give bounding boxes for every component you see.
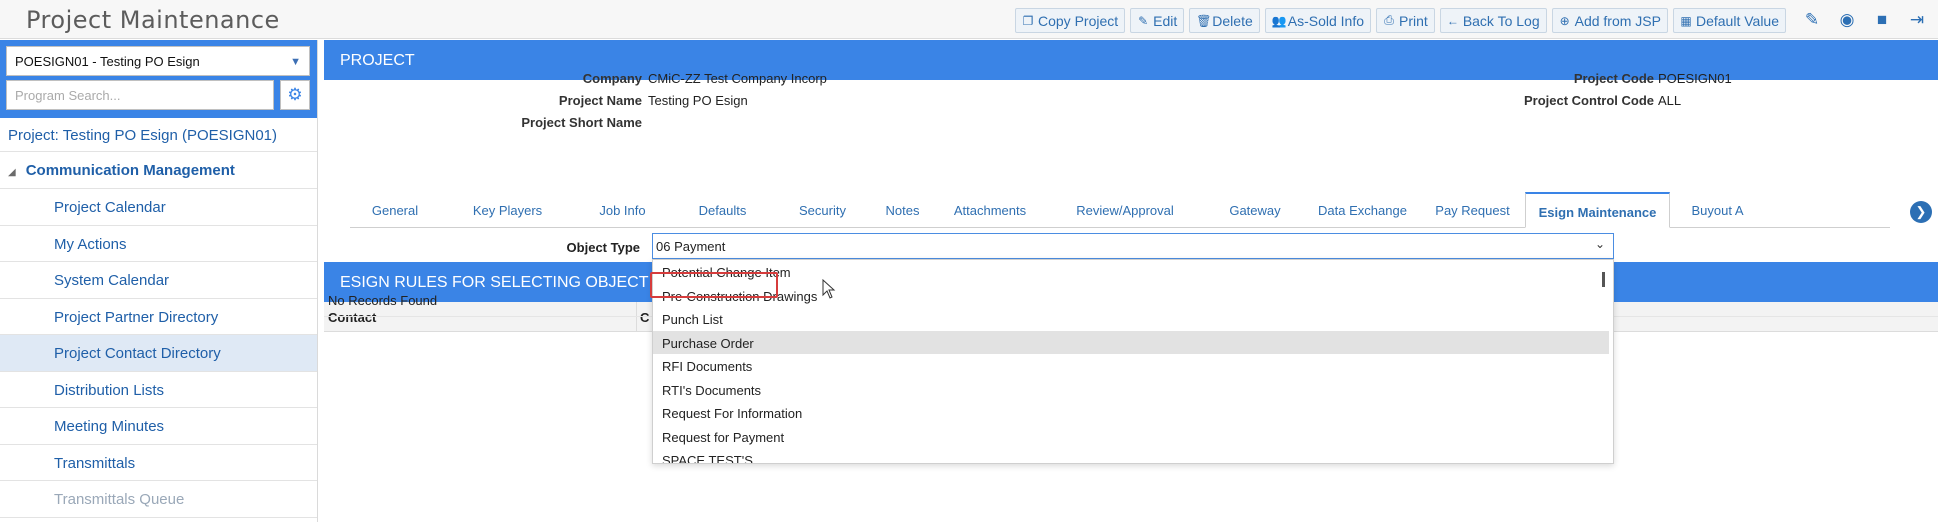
sign-out-icon[interactable]: ⇥	[1908, 10, 1926, 30]
column-contact[interactable]: Contact	[328, 310, 376, 325]
dropdown-option-rfi-documents[interactable]: RFI Documents	[653, 354, 1613, 378]
dropdown-option-purchase-order[interactable]: Purchase Order	[653, 330, 1609, 354]
plus-circle-icon: ⊕	[1559, 13, 1570, 28]
dropdown-option-space-test-s[interactable]: SPACE TEST'S	[653, 448, 1613, 463]
project-short-name-label: Project Short Name	[521, 115, 642, 130]
sidebar-item-project-calendar[interactable]: Project Calendar	[0, 189, 317, 226]
project-select-value: POESIGN01 - Testing PO Esign	[15, 54, 200, 69]
header-icons: ✎ ◉ ■ ⇥	[1803, 10, 1926, 30]
dropdown-option-pre-construction-drawings[interactable]: Pre-Construction Drawings	[653, 284, 1613, 308]
tab-security[interactable]: Security	[775, 192, 870, 228]
tab-key-players[interactable]: Key Players	[440, 192, 575, 228]
title-bar: Project Maintenance ❐ Copy Project ✎ Edit 🗑 D…	[0, 0, 1938, 39]
app-title: Project Maintenance	[26, 6, 280, 34]
add-from-jsp-button[interactable]: ⊕ Add from JSP	[1551, 8, 1668, 33]
company-label: Company	[582, 71, 642, 86]
back-to-log-button[interactable]: ← Back To Log	[1439, 8, 1547, 33]
toolbar-button-label: Print	[1399, 12, 1428, 29]
as-sold-info-button[interactable]: 👥 As-Sold Info	[1264, 8, 1372, 33]
sidebar-top: POESIGN01 - Testing PO Esign ▼ Program S…	[0, 40, 317, 118]
tab-attachments[interactable]: Attachments	[935, 192, 1045, 228]
table-icon: ▦	[1680, 13, 1692, 28]
project-code-label: Project Code	[1573, 71, 1654, 86]
arrow-left-icon: ←	[1446, 13, 1459, 28]
project-control-code-label: Project Control Code	[1523, 93, 1654, 108]
tab-bar: General Key Players Job Info Defaults Securi…	[350, 192, 1890, 228]
trash-icon: 🗑	[1196, 13, 1212, 28]
delete-button[interactable]: 🗑 Delete	[1189, 8, 1260, 33]
stop-icon[interactable]: ■	[1873, 10, 1891, 30]
highlight-box	[650, 272, 778, 298]
chevron-down-icon: ▼	[290, 56, 301, 68]
edit-square-icon[interactable]: ✎	[1803, 10, 1821, 30]
sidebar-item-distribution-lists[interactable]: Distribution Lists	[0, 372, 317, 408]
edit-button[interactable]: ✎ Edit	[1130, 8, 1185, 33]
toolbar: ❐ Copy Project ✎ Edit 🗑 Delete 👥 As-Sold Info ⎙ P…	[1015, 8, 1786, 33]
project-link[interactable]: Project: Testing PO Esign (POESIGN01)	[0, 118, 317, 152]
toolbar-button-label: As-Sold Info	[1287, 12, 1365, 29]
object-type-value: 06 Payment	[656, 239, 726, 254]
object-type-select[interactable]: 06 Payment ⌄	[652, 233, 1614, 259]
toolbar-button-label: Delete	[1212, 12, 1253, 29]
sidebar-item-project-partner-directory[interactable]: Project Partner Directory	[0, 299, 317, 335]
sidebar-items: Project Calendar My Actions System Calenda…	[0, 189, 317, 518]
print-icon: ⎙	[1384, 13, 1394, 27]
dropdown-option-request-for-payment[interactable]: Request for Payment	[653, 425, 1613, 449]
sidebar-item-meeting-minutes[interactable]: Meeting Minutes	[0, 408, 317, 445]
sidebar-group-communication[interactable]: ◢ Communication Management	[0, 152, 317, 189]
toolbar-button-label: Edit	[1153, 12, 1178, 29]
project-control-code-value: ALL	[1658, 93, 1682, 108]
gear-icon[interactable]: ⚙	[280, 80, 310, 110]
dropdown-option-punch-list[interactable]: Punch List	[653, 307, 1613, 331]
copy-project-button[interactable]: ❐ Copy Project	[1015, 8, 1126, 33]
project-select[interactable]: POESIGN01 - Testing PO Esign ▼	[6, 46, 310, 76]
object-type-label: Object Type	[566, 240, 640, 255]
toolbar-button-label: Add from JSP	[1574, 12, 1661, 29]
sidebar-item-system-calendar[interactable]: System Calendar	[0, 262, 317, 299]
sidebar-item-project-contact-directory[interactable]: Project Contact Directory	[0, 335, 317, 372]
toolbar-button-label: Default Value	[1695, 12, 1779, 29]
tab-defaults[interactable]: Defaults	[670, 192, 775, 228]
tab-data-exchange[interactable]: Data Exchange	[1305, 192, 1420, 228]
project-name-value: Testing PO Esign	[648, 93, 748, 108]
print-button[interactable]: ⎙ Print	[1376, 8, 1435, 33]
dropdown-option-request-for-information[interactable]: Request For Information	[653, 401, 1613, 425]
sidebar-item-transmittals-queue[interactable]: Transmittals Queue	[0, 481, 317, 518]
tab-review-approval[interactable]: Review/Approval	[1045, 192, 1205, 228]
chevron-down-icon: ⌄	[1594, 237, 1605, 251]
sidebar-group-label: Communication Management	[25, 162, 235, 179]
project-name-label: Project Name	[558, 93, 642, 108]
users-icon: 👥	[1271, 13, 1287, 28]
tab-buyout-a[interactable]: Buyout A	[1670, 192, 1765, 228]
default-value-button[interactable]: ▦ Default Value	[1672, 8, 1786, 33]
copy-icon: ❐	[1022, 13, 1034, 28]
mouse-cursor-icon	[822, 279, 836, 299]
chevron-right-icon[interactable]: ❯	[1910, 201, 1932, 223]
company-value: CMiC-ZZ Test Company Incorp	[648, 71, 827, 86]
user-circle-icon[interactable]: ◉	[1838, 10, 1856, 30]
main-panel: PROJECT Company CMiC-ZZ Test Company Inc…	[324, 40, 1938, 522]
empty-message: No Records Found	[328, 293, 438, 308]
project-code-value: POESIGN01	[1658, 71, 1732, 86]
sidebar: POESIGN01 - Testing PO Esign ▼ Program S…	[0, 40, 318, 522]
collapse-triangle-icon: ◢	[8, 167, 16, 178]
dropdown-scrollbar[interactable]	[1602, 272, 1605, 287]
toolbar-button-label: Copy Project	[1038, 12, 1119, 29]
program-search-input[interactable]: Program Search...	[6, 80, 274, 110]
sidebar-item-my-actions[interactable]: My Actions	[0, 226, 317, 262]
dropdown-option-potential-change-item[interactable]: Potential Change Item	[653, 260, 1613, 284]
tab-gateway[interactable]: Gateway	[1205, 192, 1305, 228]
pencil-icon: ✎	[1138, 13, 1149, 28]
tab-job-info[interactable]: Job Info	[575, 192, 670, 228]
tab-esign-maintenance[interactable]: Esign Maintenance	[1525, 192, 1670, 228]
tab-general[interactable]: General	[350, 192, 440, 228]
column-divider	[636, 302, 637, 332]
column-second[interactable]: C	[640, 310, 649, 325]
toolbar-button-label: Back To Log	[1462, 12, 1540, 29]
tab-notes[interactable]: Notes	[870, 192, 935, 228]
dropdown-option-rti-s-documents[interactable]: RTI's Documents	[653, 378, 1613, 402]
tab-pay-request[interactable]: Pay Request	[1420, 192, 1525, 228]
sidebar-item-transmittals[interactable]: Transmittals	[0, 445, 317, 481]
object-type-dropdown: Potential Change Item Pre-Construction Dr…	[652, 259, 1614, 464]
